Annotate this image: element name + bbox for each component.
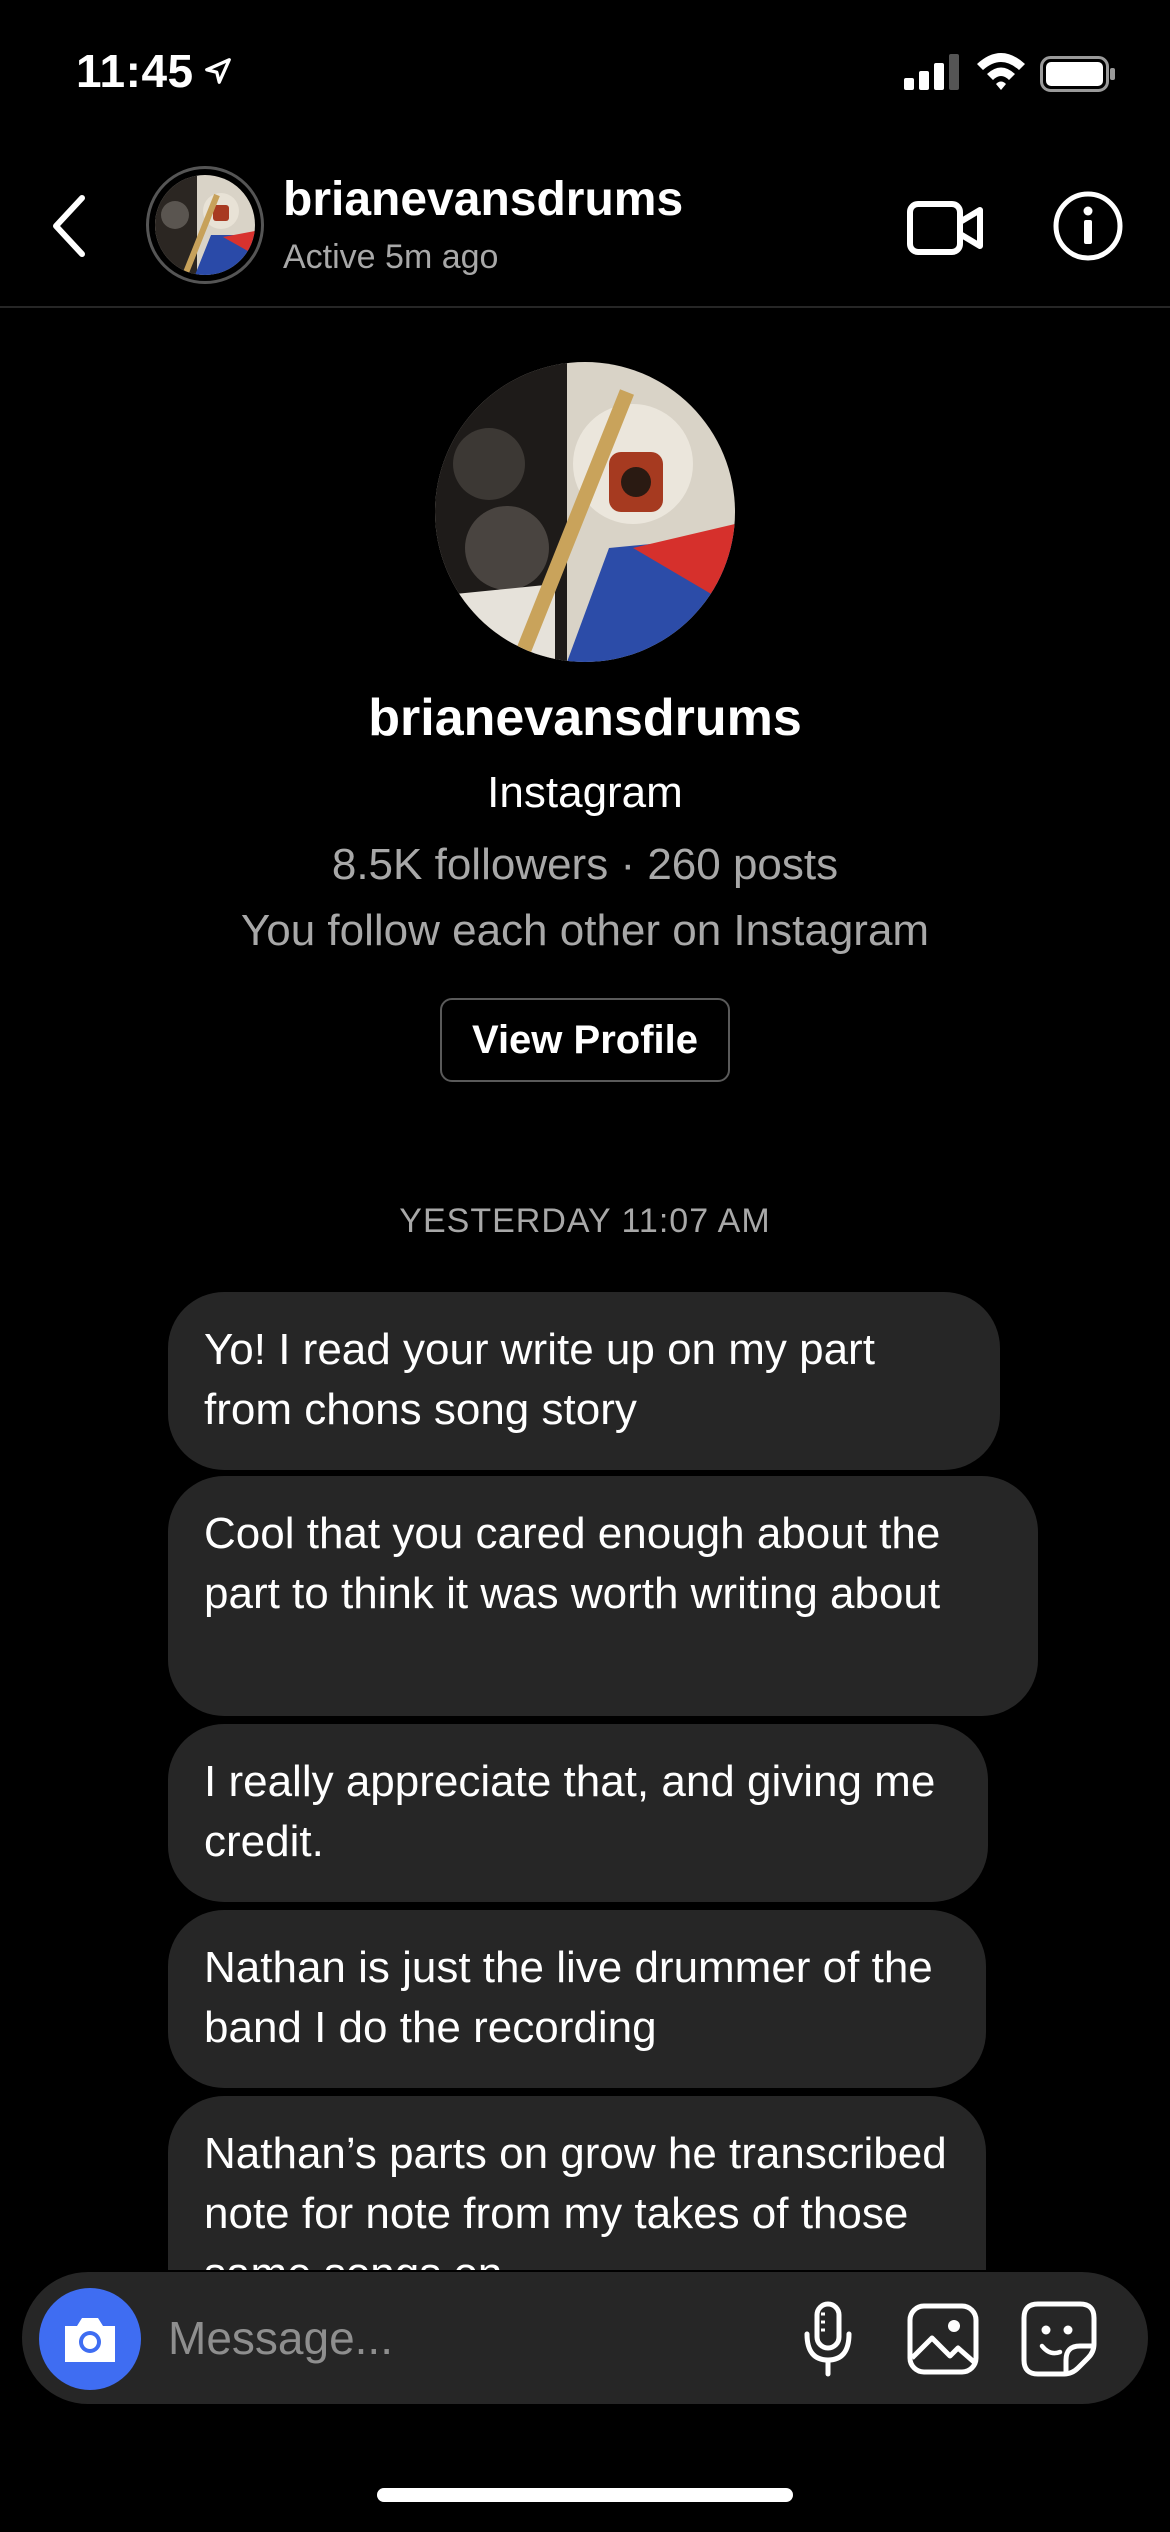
status-time: 11:45 xyxy=(76,45,194,97)
message-text: Nathan’s parts on grow he transcribed no… xyxy=(204,2129,947,2270)
microphone-icon[interactable] xyxy=(798,2300,858,2378)
cellular-signal-icon xyxy=(904,54,959,90)
camera-icon xyxy=(65,2318,115,2362)
message-bubble[interactable]: Cool that you cared enough about the par… xyxy=(168,1476,1038,1716)
message-text: Nathan is just the live drummer of the b… xyxy=(204,1943,933,2052)
back-button[interactable] xyxy=(42,190,102,262)
status-bar: 11:45 xyxy=(0,0,1170,150)
header-username[interactable]: brianevansdrums xyxy=(283,172,683,227)
wifi-icon xyxy=(977,53,1025,90)
message-text: Yo! I read your write up on my part from… xyxy=(204,1325,875,1434)
header-avatar[interactable] xyxy=(146,166,264,284)
profile-photo xyxy=(435,362,735,662)
battery-icon xyxy=(1040,56,1115,92)
message-bubble[interactable]: Yo! I read your write up on my part from… xyxy=(168,1292,1000,1470)
location-arrow-icon xyxy=(205,58,231,84)
camera-button[interactable] xyxy=(39,2288,141,2390)
message-bubble[interactable]: I really appreciate that, and giving me … xyxy=(168,1724,988,1902)
message-text: I really appreciate that, and giving me … xyxy=(204,1757,936,1866)
message-text: Cool that you cared enough about the par… xyxy=(204,1509,941,1618)
avatar-image xyxy=(155,175,255,275)
profile-platform: Instagram xyxy=(487,768,683,817)
message-input[interactable] xyxy=(168,2302,788,2374)
message-list[interactable]: Yo! I read your write up on my part from… xyxy=(0,1290,1170,2270)
view-profile-button[interactable]: View Profile xyxy=(440,998,730,1082)
message-timestamp: YESTERDAY 11:07 AM xyxy=(399,1202,771,1240)
message-composer xyxy=(22,2272,1148,2404)
home-indicator[interactable] xyxy=(377,2488,793,2502)
sticker-icon[interactable] xyxy=(1020,2300,1098,2378)
message-bubble[interactable]: Nathan’s parts on grow he transcribed no… xyxy=(168,2096,986,2270)
profile-avatar[interactable] xyxy=(435,362,735,662)
image-gallery-icon[interactable] xyxy=(906,2302,980,2376)
video-camera-icon[interactable] xyxy=(906,192,984,264)
mutual-follow-text: You follow each other on Instagram xyxy=(240,906,930,955)
avatar-photo xyxy=(155,175,255,275)
info-icon[interactable] xyxy=(1052,190,1124,262)
message-bubble[interactable]: Nathan is just the live drummer of the b… xyxy=(168,1910,986,2088)
active-status: Active 5m ago xyxy=(283,238,499,276)
profile-username: brianevansdrums xyxy=(368,689,802,747)
profile-stats: 8.5K followers · 260 posts xyxy=(331,840,839,889)
chat-header: brianevansdrums Active 5m ago xyxy=(0,150,1170,308)
